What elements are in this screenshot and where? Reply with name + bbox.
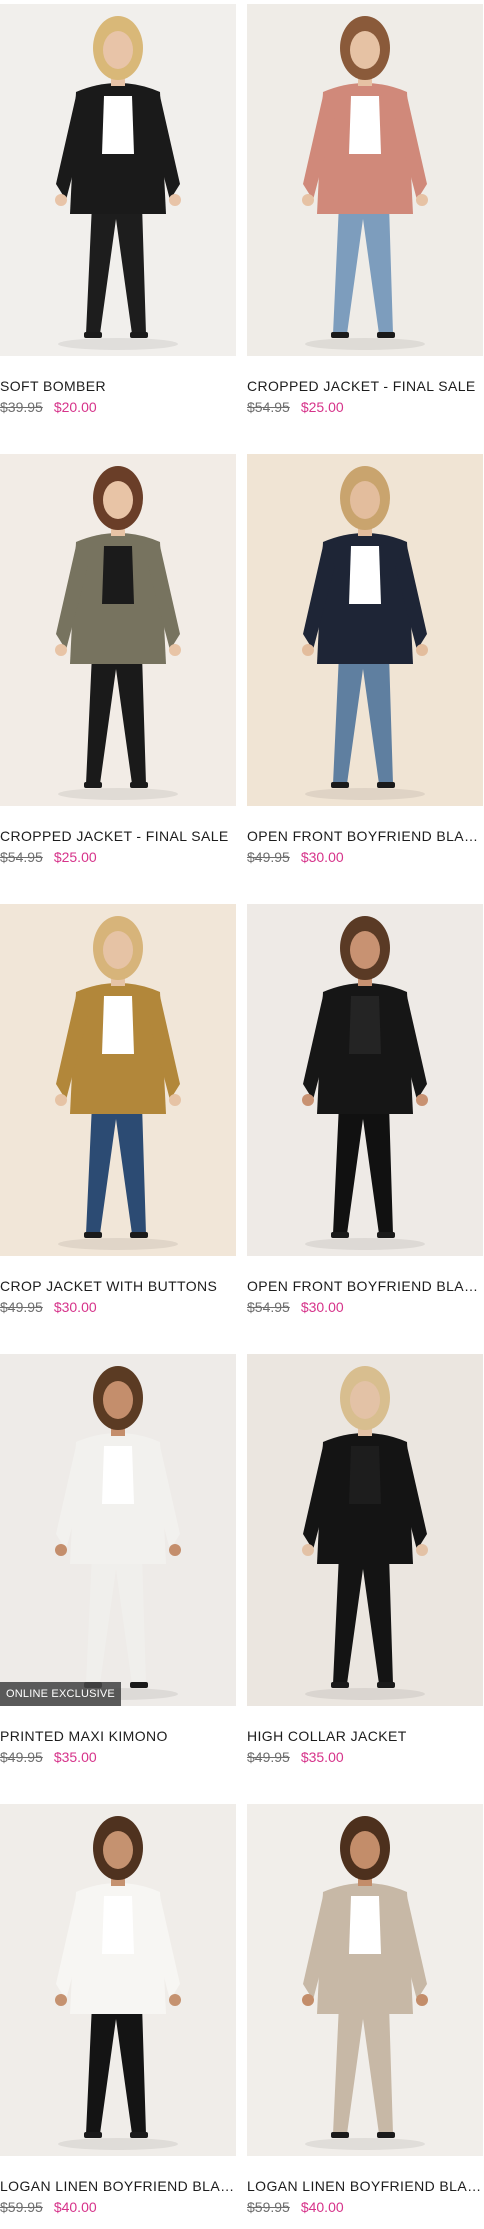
original-price: $49.95 bbox=[0, 1749, 43, 1765]
original-price: $39.95 bbox=[0, 399, 43, 415]
original-price: $59.95 bbox=[247, 2199, 290, 2215]
original-price: $54.95 bbox=[247, 1299, 290, 1315]
model-photo bbox=[247, 1804, 483, 2156]
product-card-crop-jacket-buttons[interactable]: CROP JACKET WITH BUTTONS $49.95 $30.00 bbox=[0, 904, 236, 1315]
price-row: $54.95 $30.00 bbox=[247, 1299, 483, 1315]
product-image[interactable] bbox=[247, 4, 483, 356]
sale-price: $40.00 bbox=[300, 2199, 344, 2215]
price-row: $49.95 $35.00 bbox=[0, 1749, 236, 1765]
sale-price: $35.00 bbox=[53, 1749, 97, 1765]
product-image[interactable] bbox=[0, 4, 236, 356]
product-name[interactable]: CROPPED JACKET - FINAL SALE bbox=[247, 378, 483, 394]
product-name[interactable]: SOFT BOMBER bbox=[0, 378, 236, 394]
product-name[interactable]: OPEN FRONT BOYFRIEND BLAZER bbox=[247, 828, 483, 844]
product-card-logan-linen-blazer-white[interactable]: LOGAN LINEN BOYFRIEND BLAZER $59.95 $40.0… bbox=[0, 1804, 236, 2215]
price-row: $54.95 $25.00 bbox=[247, 399, 483, 415]
online-exclusive-badge: ONLINE EXCLUSIVE bbox=[0, 1682, 121, 1706]
price-row: $59.95 $40.00 bbox=[247, 2199, 483, 2215]
sale-price: $40.00 bbox=[53, 2199, 97, 2215]
sale-price: $25.00 bbox=[300, 399, 344, 415]
sale-price: $20.00 bbox=[53, 399, 97, 415]
product-image[interactable] bbox=[0, 1804, 236, 2156]
model-photo bbox=[0, 1354, 236, 1706]
product-card-soft-bomber[interactable]: SOFT BOMBER $39.95 $20.00 bbox=[0, 4, 236, 415]
model-photo bbox=[247, 4, 483, 356]
product-card-open-front-blazer-navy[interactable]: OPEN FRONT BOYFRIEND BLAZER $49.95 $30.00 bbox=[247, 454, 483, 865]
model-photo bbox=[247, 454, 483, 806]
product-name[interactable]: OPEN FRONT BOYFRIEND BLAZER bbox=[247, 1278, 483, 1294]
sale-price: $25.00 bbox=[53, 849, 97, 865]
sale-price: $30.00 bbox=[300, 849, 344, 865]
product-name[interactable]: CROP JACKET WITH BUTTONS bbox=[0, 1278, 236, 1294]
product-image[interactable] bbox=[0, 904, 236, 1256]
model-photo bbox=[0, 1804, 236, 2156]
original-price: $49.95 bbox=[0, 1299, 43, 1315]
model-photo bbox=[0, 904, 236, 1256]
price-row: $59.95 $40.00 bbox=[0, 2199, 236, 2215]
price-row: $49.95 $30.00 bbox=[247, 849, 483, 865]
product-image[interactable] bbox=[247, 1804, 483, 2156]
price-row: $54.95 $25.00 bbox=[0, 849, 236, 865]
product-name[interactable]: LOGAN LINEN BOYFRIEND BLAZER bbox=[247, 2178, 483, 2194]
price-row: $39.95 $20.00 bbox=[0, 399, 236, 415]
product-name[interactable]: HIGH COLLAR JACKET bbox=[247, 1728, 483, 1744]
original-price: $54.95 bbox=[0, 849, 43, 865]
sale-price: $30.00 bbox=[53, 1299, 97, 1315]
product-card-cropped-jacket-olive[interactable]: CROPPED JACKET - FINAL SALE $54.95 $25.00 bbox=[0, 454, 236, 865]
product-card-printed-maxi-kimono[interactable]: ONLINE EXCLUSIVE PRINTED MAXI KIMONO $49… bbox=[0, 1354, 236, 1765]
product-image[interactable] bbox=[247, 454, 483, 806]
original-price: $49.95 bbox=[247, 849, 290, 865]
original-price: $54.95 bbox=[247, 399, 290, 415]
product-card-high-collar-jacket[interactable]: HIGH COLLAR JACKET $49.95 $35.00 bbox=[247, 1354, 483, 1765]
product-card-cropped-jacket[interactable]: CROPPED JACKET - FINAL SALE $54.95 $25.00 bbox=[247, 4, 483, 415]
product-name[interactable]: LOGAN LINEN BOYFRIEND BLAZER bbox=[0, 2178, 236, 2194]
product-card-open-front-blazer-black[interactable]: OPEN FRONT BOYFRIEND BLAZER $54.95 $30.00 bbox=[247, 904, 483, 1315]
model-photo bbox=[0, 4, 236, 356]
original-price: $59.95 bbox=[0, 2199, 43, 2215]
price-row: $49.95 $35.00 bbox=[247, 1749, 483, 1765]
model-photo bbox=[247, 1354, 483, 1706]
original-price: $49.95 bbox=[247, 1749, 290, 1765]
product-card-logan-linen-blazer-stripe[interactable]: LOGAN LINEN BOYFRIEND BLAZER $59.95 $40.0… bbox=[247, 1804, 483, 2215]
sale-price: $35.00 bbox=[300, 1749, 344, 1765]
model-photo bbox=[247, 904, 483, 1256]
product-name[interactable]: PRINTED MAXI KIMONO bbox=[0, 1728, 236, 1744]
product-image[interactable] bbox=[0, 454, 236, 806]
model-photo bbox=[0, 454, 236, 806]
product-name[interactable]: CROPPED JACKET - FINAL SALE bbox=[0, 828, 236, 844]
product-image[interactable]: ONLINE EXCLUSIVE bbox=[0, 1354, 236, 1706]
product-image[interactable] bbox=[247, 1354, 483, 1706]
price-row: $49.95 $30.00 bbox=[0, 1299, 236, 1315]
product-image[interactable] bbox=[247, 904, 483, 1256]
sale-price: $30.00 bbox=[300, 1299, 344, 1315]
